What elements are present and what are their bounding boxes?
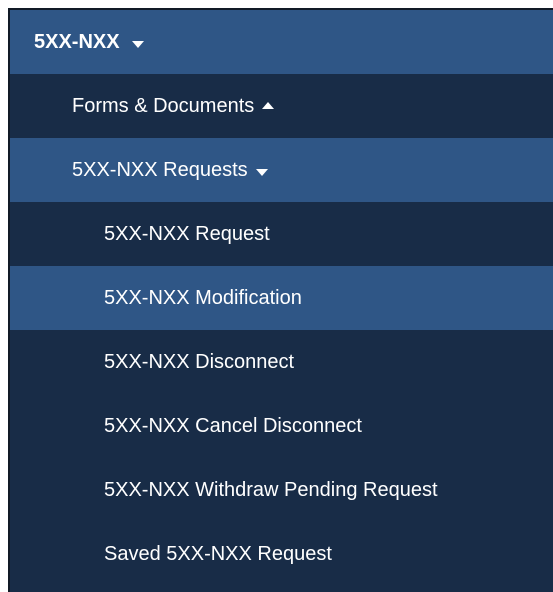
- menu-header-5xx-nxx[interactable]: 5XX-NXX: [10, 10, 553, 74]
- submenu-item-label: 5XX-NXX Request: [104, 222, 270, 245]
- chevron-down-icon: [255, 168, 268, 176]
- submenu-item-withdraw-pending[interactable]: 5XX-NXX Withdraw Pending Request: [10, 458, 553, 522]
- submenu-item-label: 5XX-NXX Disconnect: [104, 350, 295, 373]
- nav-menu: 5XX-NXX Forms & Documents 5XX-NXX Reques…: [8, 8, 553, 592]
- menu-item-label: Forms & Documents: [72, 94, 255, 117]
- menu-item-requests[interactable]: 5XX-NXX Requests: [10, 138, 553, 202]
- menu-item-label: 5XX-NXX Requests: [72, 158, 248, 181]
- submenu-item-cancel-disconnect[interactable]: 5XX-NXX Cancel Disconnect: [10, 394, 553, 458]
- submenu-item-label: Saved 5XX-NXX Request: [104, 542, 332, 565]
- submenu-item-saved-request[interactable]: Saved 5XX-NXX Request: [10, 522, 553, 586]
- submenu-item-request[interactable]: 5XX-NXX Request: [10, 202, 553, 266]
- menu-item-forms-documents[interactable]: Forms & Documents: [10, 74, 553, 138]
- chevron-down-icon: [131, 40, 144, 48]
- submenu-item-modification[interactable]: 5XX-NXX Modification: [10, 266, 553, 330]
- chevron-up-icon: [262, 101, 275, 109]
- menu-header-label: 5XX-NXX: [34, 30, 120, 53]
- submenu-item-disconnect[interactable]: 5XX-NXX Disconnect: [10, 330, 553, 394]
- submenu-item-label: 5XX-NXX Withdraw Pending Request: [104, 478, 438, 501]
- submenu-item-label: 5XX-NXX Modification: [104, 286, 302, 309]
- submenu-item-label: 5XX-NXX Cancel Disconnect: [104, 414, 362, 437]
